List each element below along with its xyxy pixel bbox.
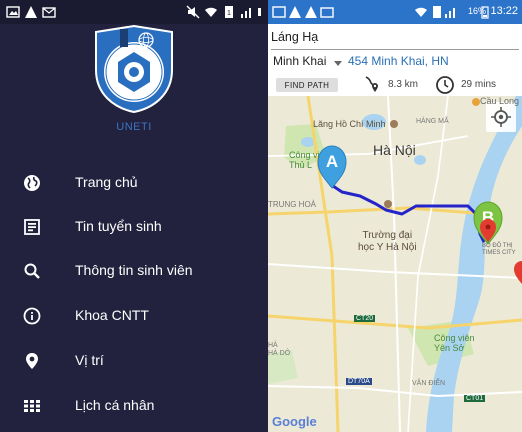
info-icon xyxy=(23,307,41,325)
map-label-truong-dai-hoc-y: Trường đại học Y Hà Nội xyxy=(358,230,417,253)
map-label-hang-ma: HÀNG MÃ xyxy=(416,118,449,125)
status-bar: 1 xyxy=(0,0,268,24)
menu-item-vi-tri[interactable]: Vị trí xyxy=(0,341,268,381)
origin-select[interactable]: Minh Khai xyxy=(273,54,326,68)
grid-icon xyxy=(24,400,40,412)
road-shield-ct01: CT01 xyxy=(464,395,486,402)
lake xyxy=(414,155,426,165)
google-logo: Google xyxy=(272,414,317,429)
route-pin-icon xyxy=(365,76,378,92)
globe-icon xyxy=(24,175,40,191)
map-label-ha-noi: Hà Nội xyxy=(373,142,416,158)
image-icon xyxy=(272,6,286,18)
poi-icon xyxy=(390,120,398,128)
image-icon xyxy=(6,6,20,18)
map-label-lang-ho-chi-minh: Lăng Hồ Chí Minh xyxy=(313,119,386,129)
my-location-button[interactable] xyxy=(486,102,516,132)
svg-text:1: 1 xyxy=(227,10,231,17)
menu-item-thong-tin-sinh-vien[interactable]: Thông tin sinh viên xyxy=(0,251,268,291)
road-shield-dt70a: DT70A xyxy=(346,378,372,385)
menu-label: Lịch cá nhân xyxy=(75,397,155,413)
wifi-icon xyxy=(205,7,217,17)
search-icon xyxy=(24,263,40,279)
warning-icon xyxy=(25,6,37,18)
find-path-button[interactable]: FIND PATH xyxy=(276,78,338,92)
road-shield-ct20: CT20 xyxy=(354,315,376,322)
warning-icon xyxy=(305,6,317,18)
marker-a-label: A xyxy=(326,152,338,171)
wifi-icon xyxy=(415,7,427,17)
mobile-data-icon xyxy=(258,8,261,16)
menu-item-khoa-cntt[interactable]: Khoa CNTT xyxy=(0,296,268,336)
signal-icon xyxy=(241,8,251,18)
navigation-drawer: 1 UNETI Trang chủ Tin tuyển sinh Thông t… xyxy=(0,0,268,432)
menu-label: Tin tuyển sinh xyxy=(75,218,162,234)
map-label-times-city: BỘ ĐÔ THỊ TIMES CITY xyxy=(482,243,516,256)
menu-item-trang-chu[interactable]: Trang chủ xyxy=(0,163,268,203)
from-input[interactable]: Láng Hạ xyxy=(271,28,519,50)
map-screen: 16% 13:22 Láng Hạ Minh Khai 454 Minh Kha… xyxy=(268,0,522,432)
sim-icon: 1 xyxy=(225,6,233,18)
menu-item-lich-ca-nhan[interactable]: Lịch cá nhân xyxy=(0,386,268,426)
status-clock: 13:22 xyxy=(490,5,518,17)
article-icon xyxy=(24,219,40,235)
warning-icon xyxy=(289,6,301,18)
mute-icon xyxy=(186,5,200,19)
brand-label: UNETI xyxy=(116,121,152,133)
distance-label: 8.3 km xyxy=(388,79,419,90)
input-underline xyxy=(271,49,519,50)
map-label-cong-vien-yen-so: Công viên Yên Sở xyxy=(434,333,475,353)
signal-icon xyxy=(445,8,455,18)
mail-icon xyxy=(320,7,334,18)
menu-label: Thông tin sinh viên xyxy=(75,262,193,278)
map-label-ha-dong: HÀ HÀ DÔ xyxy=(268,342,291,357)
uneti-logo xyxy=(92,24,176,114)
map-label-cong-vien-thu-le: Công vi Thủ L xyxy=(289,150,320,170)
status-bar: 16% 13:22 xyxy=(268,0,522,24)
mail-icon xyxy=(42,7,56,18)
chevron-down-icon[interactable] xyxy=(334,61,342,66)
menu-item-tin-tuyen-sinh[interactable]: Tin tuyển sinh xyxy=(0,207,268,247)
location-pin-icon xyxy=(26,353,38,369)
poi-icon xyxy=(384,200,392,208)
from-input-value: Láng Hạ xyxy=(271,30,319,44)
duration-label: 29 mins xyxy=(461,79,497,90)
menu-label: Khoa CNTT xyxy=(75,307,149,323)
map-label-trung-hoa: TRUNG HOÀ xyxy=(268,200,316,209)
clock-icon xyxy=(436,76,454,94)
map-label-van-dien: VĂN ĐIỂN xyxy=(412,380,446,387)
destination-text[interactable]: 454 Minh Khai, HN xyxy=(348,54,449,68)
map-view[interactable]: A B Cầu Long Lăng Hồ Chí Minh HÀNG MÃ Cô… xyxy=(268,96,522,432)
sim-icon xyxy=(433,6,441,18)
map-label-cau-long: Cầu Long xyxy=(480,96,520,106)
menu-label: Vị trí xyxy=(75,352,104,368)
poi-icon xyxy=(472,98,480,106)
menu-label: Trang chủ xyxy=(75,174,138,190)
